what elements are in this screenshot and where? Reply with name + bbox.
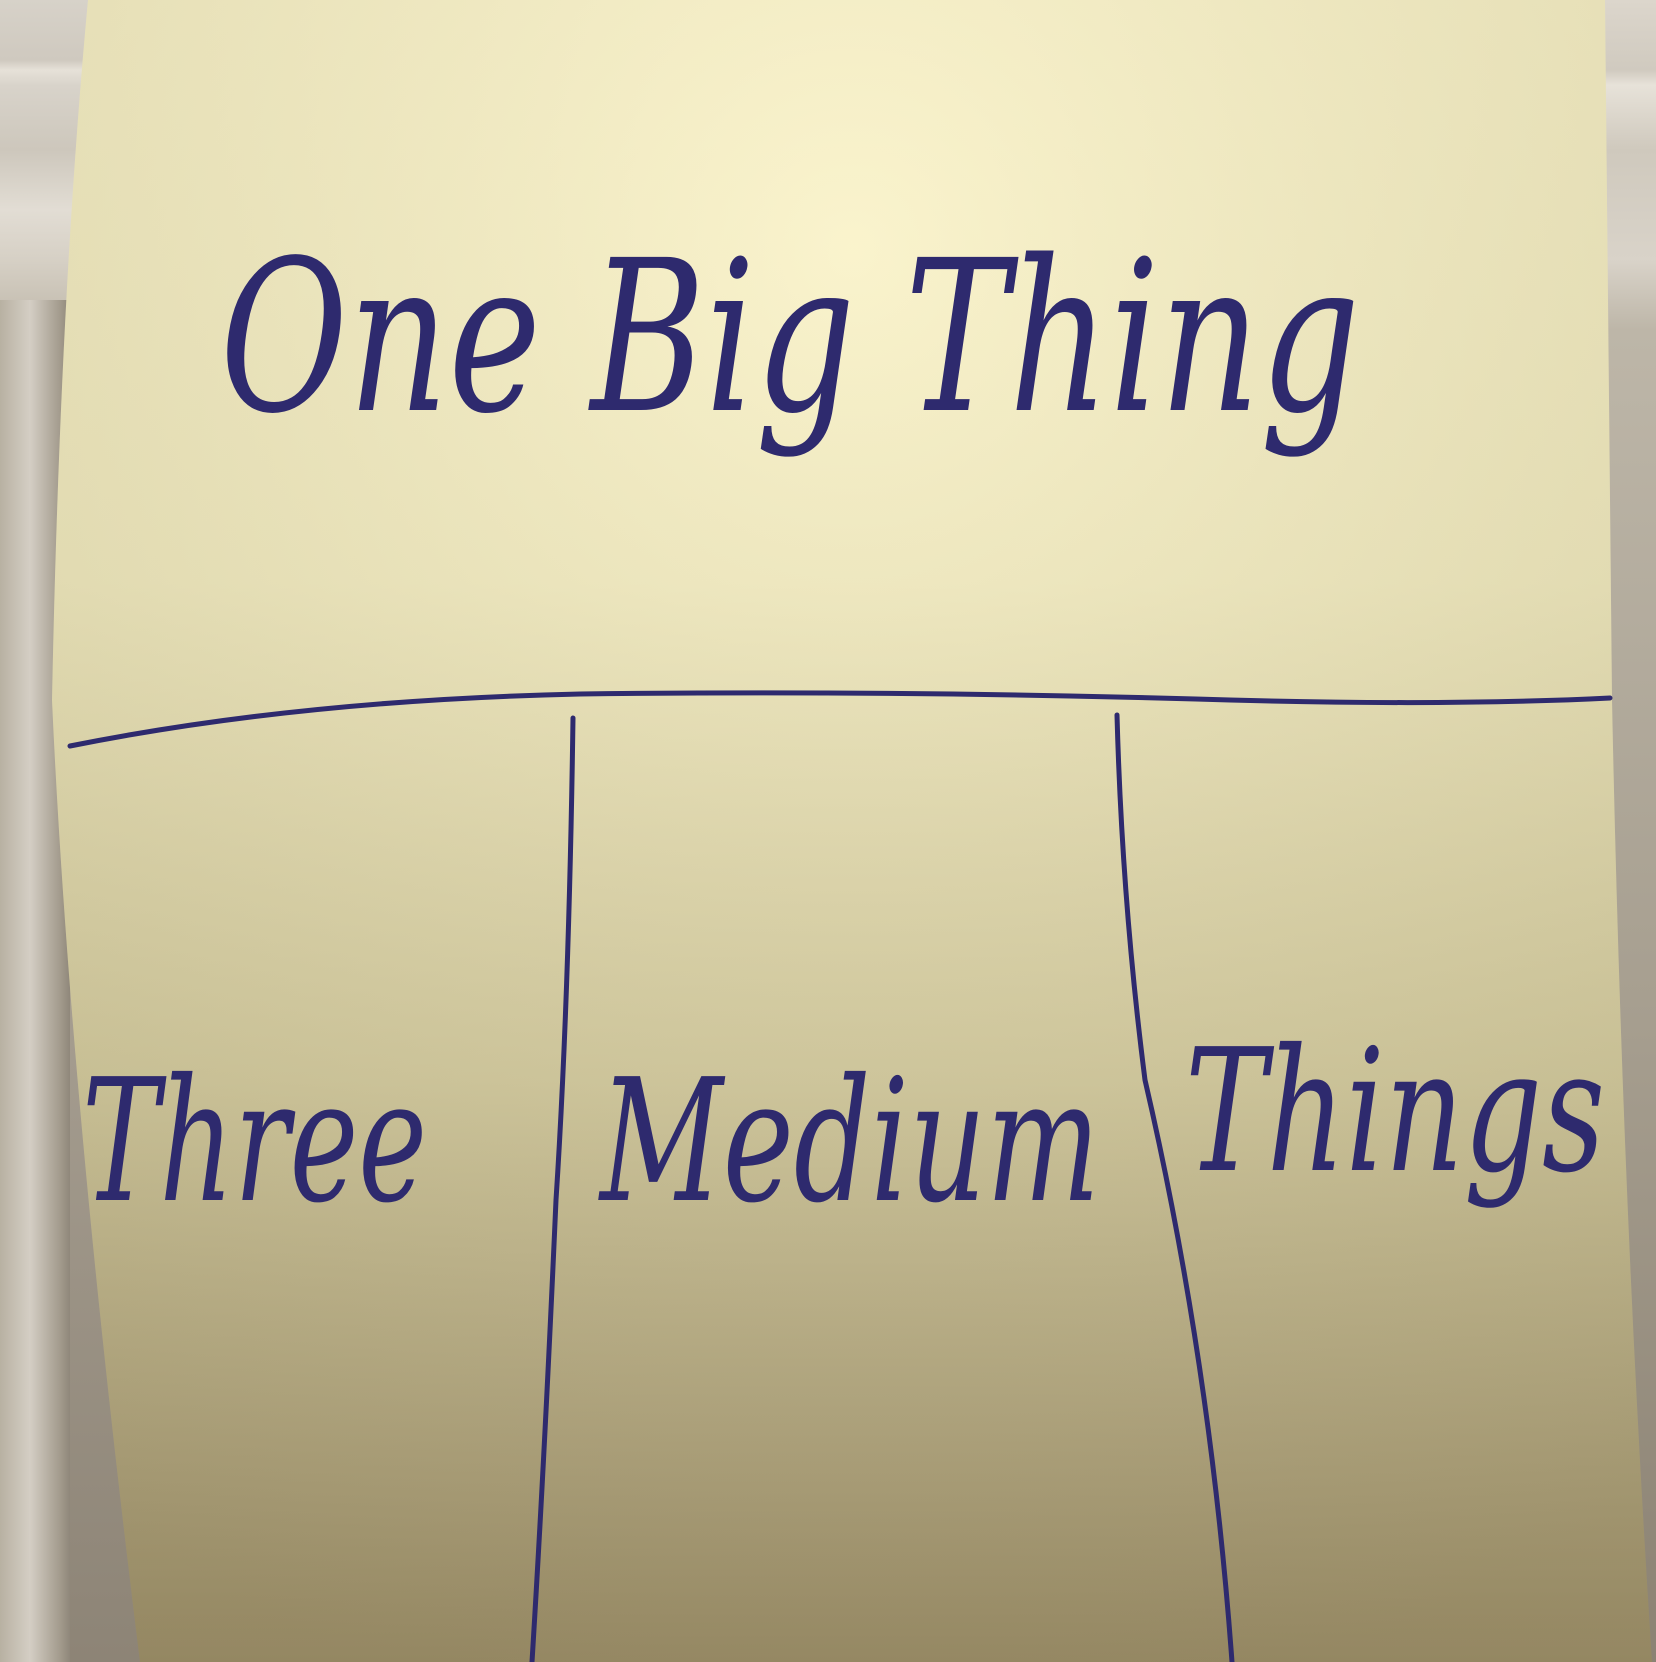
column-label-three: Three	[82, 1043, 427, 1241]
column-label-things: Things	[1185, 1013, 1605, 1211]
note-title: One Big Thing	[220, 215, 1360, 460]
column-label-medium: Medium	[598, 1043, 1100, 1241]
sticky-note-drawing: One Big Thing Three Medium Things	[52, 0, 1652, 1662]
